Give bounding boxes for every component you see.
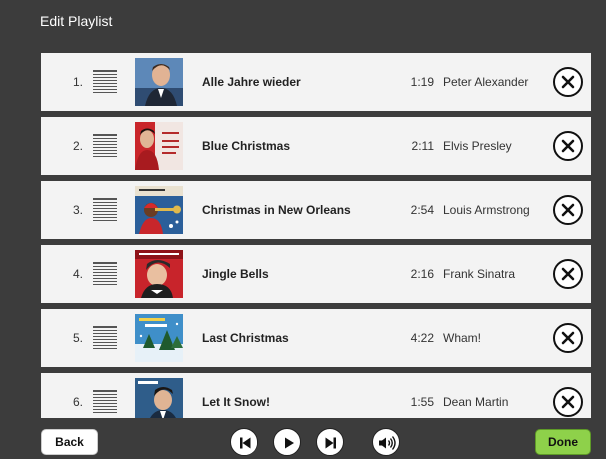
playlist-row[interactable]: 5. Last Christmas 4:22 Wham! (41, 309, 591, 367)
track-number: 1. (72, 75, 83, 89)
volume-button[interactable] (372, 428, 400, 456)
playlist-list: 1. Alle Jahre wieder 1:19 Peter Alexande… (0, 42, 606, 418)
track-number: 2. (72, 139, 83, 153)
track-number: 6. (72, 395, 83, 409)
remove-track-button[interactable] (553, 195, 583, 225)
track-artist: Peter Alexander (443, 75, 529, 89)
playlist-row[interactable]: 6. Let It Snow! 1:55 Dean Martin (41, 373, 591, 418)
track-duration: 2:11 (411, 139, 434, 153)
drag-handle-icon[interactable] (93, 198, 117, 222)
close-icon (561, 331, 575, 345)
drag-handle-icon[interactable] (93, 390, 117, 414)
done-button[interactable]: Done (535, 429, 591, 455)
album-art-wham (135, 314, 183, 362)
track-duration: 4:22 (410, 331, 434, 345)
remove-track-button[interactable] (553, 259, 583, 289)
track-number: 4. (72, 267, 83, 281)
track-title: Last Christmas (202, 331, 289, 345)
playlist-row[interactable]: 1. Alle Jahre wieder 1:19 Peter Alexande… (41, 53, 591, 111)
drag-handle-icon[interactable] (93, 326, 117, 350)
track-artist: Frank Sinatra (443, 267, 516, 281)
track-artist: Louis Armstrong (443, 203, 530, 217)
album-art-dean-martin (135, 378, 183, 418)
track-title: Christmas in New Orleans (202, 203, 351, 217)
track-number: 3. (72, 203, 83, 217)
close-icon (561, 139, 575, 153)
track-artist: Elvis Presley (443, 139, 512, 153)
album-art-elvis-presley (135, 122, 183, 170)
track-artist: Wham! (443, 331, 482, 345)
play-button[interactable] (273, 428, 301, 456)
close-icon (561, 267, 575, 281)
skip-next-button[interactable] (316, 428, 344, 456)
skip-next-icon (325, 437, 336, 449)
back-button[interactable]: Back (41, 429, 98, 455)
title-bar: Edit Playlist (0, 0, 606, 42)
skip-previous-button[interactable] (230, 428, 258, 456)
track-duration: 1:19 (410, 75, 434, 89)
track-title: Alle Jahre wieder (202, 75, 301, 89)
close-icon (561, 203, 575, 217)
page-title: Edit Playlist (40, 13, 113, 29)
track-title: Jingle Bells (202, 267, 269, 281)
remove-track-button[interactable] (553, 67, 583, 97)
drag-handle-icon[interactable] (93, 70, 117, 94)
remove-track-button[interactable] (553, 131, 583, 161)
skip-previous-icon (233, 431, 257, 455)
drag-handle-icon[interactable] (93, 134, 117, 158)
close-icon (561, 395, 575, 409)
remove-track-button[interactable] (553, 387, 583, 417)
album-art-frank-sinatra (135, 250, 183, 298)
playlist-row[interactable]: 2. Blue Christmas 2:11 Elvis Presley (41, 117, 591, 175)
album-art-louis-armstrong (135, 186, 183, 234)
track-artist: Dean Martin (443, 395, 509, 409)
remove-track-button[interactable] (553, 323, 583, 353)
track-title: Blue Christmas (202, 139, 291, 153)
track-duration: 2:54 (410, 203, 434, 217)
drag-handle-icon[interactable] (93, 262, 117, 286)
album-art-peter-alexander (135, 58, 183, 106)
track-number: 5. (72, 331, 83, 345)
volume-icon (379, 436, 396, 450)
playlist-row[interactable]: 4. Jingle Bells 2:16 Frank Sinatra (41, 245, 591, 303)
track-title: Let It Snow! (202, 395, 270, 409)
playlist-row[interactable]: 3. Christmas in New Orleans 2:54 Louis A… (41, 181, 591, 239)
bottom-toolbar: Back Done (0, 418, 606, 459)
playlist-editor: Edit Playlist 1. Alle Jahre wieder 1:19 … (0, 0, 606, 459)
track-duration: 1:55 (410, 395, 434, 409)
close-icon (561, 75, 575, 89)
track-duration: 2:16 (410, 267, 434, 281)
play-icon (285, 437, 294, 449)
